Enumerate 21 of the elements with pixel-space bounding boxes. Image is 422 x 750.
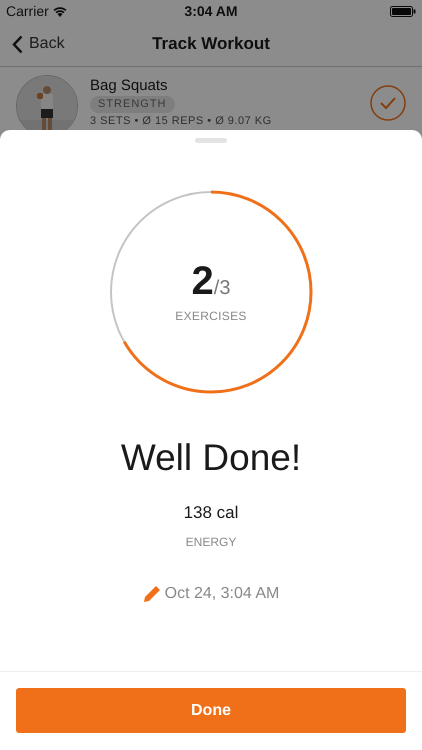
count-label: EXERCISES bbox=[175, 309, 247, 323]
back-button[interactable]: Back bbox=[0, 34, 71, 54]
exercise-name: Bag Squats bbox=[90, 77, 169, 94]
completed-count: 2 bbox=[192, 261, 214, 301]
energy-label: ENERGY bbox=[186, 535, 236, 549]
energy-value: 138 cal bbox=[184, 503, 238, 523]
category-tag: STRENGTH bbox=[90, 96, 174, 113]
exercise-details: 3 SETS • Ø 15 REPS • Ø 9.07 KG bbox=[90, 115, 273, 128]
completed-check-icon[interactable] bbox=[370, 85, 406, 121]
carrier-label: Carrier bbox=[6, 3, 49, 19]
chevron-left-icon bbox=[12, 34, 23, 54]
sheet-handle[interactable] bbox=[195, 138, 227, 143]
wifi-icon bbox=[52, 6, 67, 16]
screen-title: Track Workout bbox=[152, 34, 270, 54]
status-time: 3:04 AM bbox=[184, 3, 238, 19]
pencil-icon[interactable] bbox=[142, 585, 161, 603]
headline: Well Done! bbox=[120, 437, 302, 479]
done-button[interactable]: Done bbox=[16, 688, 406, 733]
workout-date: Oct 24, 3:04 AM bbox=[164, 585, 280, 603]
total-count: /3 bbox=[214, 277, 230, 300]
battery-icon bbox=[390, 6, 416, 16]
